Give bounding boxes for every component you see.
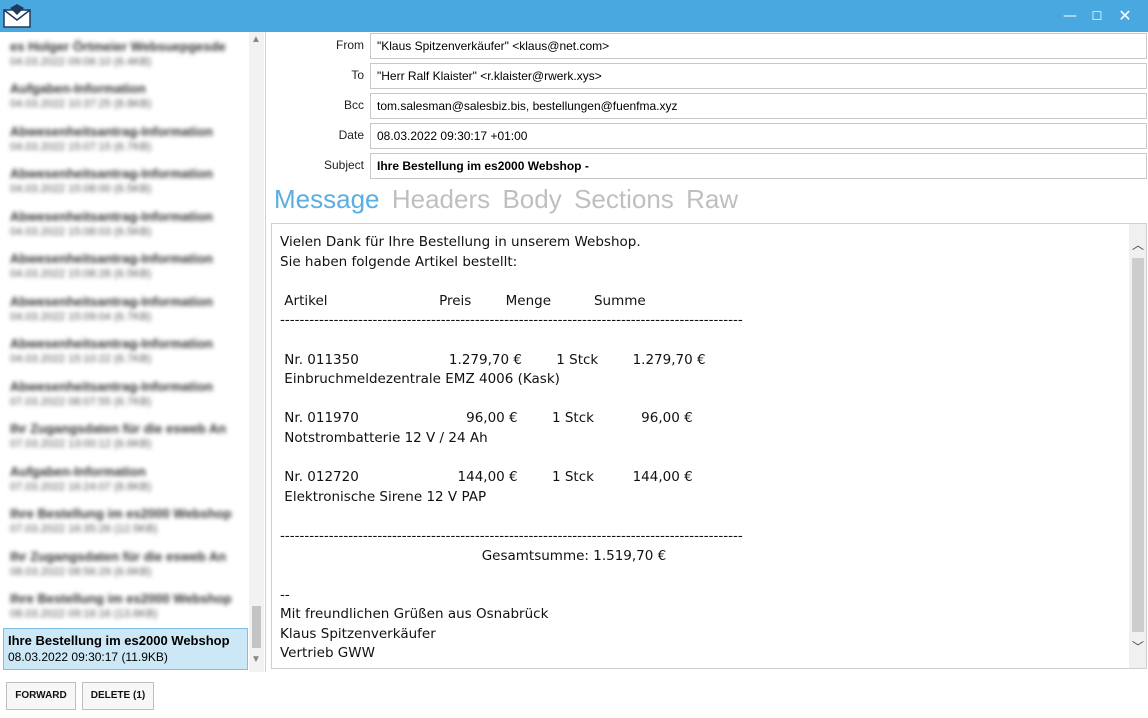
body-scroll-thumb[interactable] <box>1132 258 1144 632</box>
list-item-meta: 07.03.2022 08:07:55 (6.7KB) <box>10 396 152 408</box>
chevron-up-icon[interactable]: ︿ <box>1132 236 1144 253</box>
from-field[interactable]: "Klaus Spitzenverkäufer" <klaus@net.com> <box>370 33 1147 59</box>
list-item-meta: 08.03.2022 08:56:29 (6.6KB) <box>10 566 152 578</box>
list-item-meta: 04.03.2022 15:08:00 (6.5KB) <box>10 183 152 195</box>
mail-app-icon <box>3 4 31 28</box>
body-scrollbar[interactable]: ︿ ﹀ <box>1129 224 1146 668</box>
title-bar: — ☐ ✕ <box>0 0 1148 32</box>
tab-sections[interactable]: Sections <box>574 184 674 215</box>
to-field[interactable]: "Herr Ralf Klaister" <r.klaister@rwerk.x… <box>370 63 1147 89</box>
message-body-text: Vielen Dank für Ihre Bestellung in unser… <box>280 234 743 662</box>
scroll-up-icon[interactable]: ▲ <box>251 34 261 45</box>
list-item-subject: Abwesenheitsantrag-Information <box>10 336 213 351</box>
list-item-subject: Aufgaben-Information <box>10 464 146 479</box>
list-item-meta: 07.03.2022 16:24:07 (8.8KB) <box>10 481 152 493</box>
tab-body[interactable]: Body <box>502 184 561 215</box>
bcc-label: Bcc <box>343 98 364 112</box>
list-item[interactable]: Ihr Zugangsdaten für die esweb An 07.03.… <box>6 417 244 459</box>
list-item-subject: Ihr Zugangsdaten für die esweb An <box>10 421 227 436</box>
list-item[interactable]: Abwesenheitsantrag-Information 07.03.202… <box>6 375 244 417</box>
list-item[interactable]: Abwesenheitsantrag-Information 04.03.202… <box>6 290 244 332</box>
list-item-meta: 04.03.2022 15:08:03 (6.5KB) <box>10 226 152 238</box>
list-item-subject: Abwesenheitsantrag-Information <box>10 209 213 224</box>
list-item-subject: es Holger Örtmeier Websuepgesde <box>10 39 226 54</box>
list-item-subject: Abwesenheitsantrag-Information <box>10 294 213 309</box>
date-label: Date <box>338 128 364 142</box>
message-list: es Holger Örtmeier Websuepgesde 04.03.20… <box>0 32 266 672</box>
list-item-subject: Aufgaben-Information <box>10 81 146 96</box>
close-button[interactable]: ✕ <box>1108 0 1142 32</box>
list-item-meta: 07.03.2022 16:35:26 (12.5KB) <box>10 523 158 535</box>
list-item-subject: Abwesenheitsantrag-Information <box>10 124 213 139</box>
list-item-meta: 04.03.2022 15:09:04 (6.7KB) <box>10 311 152 323</box>
subject-label: Subject <box>323 158 364 172</box>
scroll-down-icon[interactable]: ▼ <box>251 654 261 665</box>
list-item-meta: 04.03.2022 10:37:25 (8.8KB) <box>10 98 152 110</box>
list-item[interactable]: Ihr Zugangsdaten für die esweb An 08.03.… <box>6 545 244 587</box>
list-item-selected[interactable]: Ihre Bestellung im es2000 Webshop 08.03.… <box>3 628 248 670</box>
list-item-subject: Ihre Bestellung im es2000 Webshop <box>10 506 232 521</box>
list-item-meta: 04.03.2022 15:10:22 (6.7KB) <box>10 353 152 365</box>
list-item-subject: Ihr Zugangsdaten für die esweb An <box>10 549 227 564</box>
list-scroll-thumb[interactable] <box>252 606 261 648</box>
bcc-field[interactable]: tom.salesman@salesbiz.bis, bestellungen@… <box>370 93 1147 119</box>
list-item-subject: Abwesenheitsantrag-Information <box>10 379 213 394</box>
list-item[interactable]: Abwesenheitsantrag-Information 04.03.202… <box>6 162 244 204</box>
list-item-subject: Ihre Bestellung im es2000 Webshop <box>10 591 232 606</box>
from-label: From <box>336 38 364 52</box>
list-item[interactable]: Ihre Bestellung im es2000 Webshop 08.03.… <box>6 587 244 629</box>
list-item-subject: Abwesenheitsantrag-Information <box>10 251 213 266</box>
tab-headers[interactable]: Headers <box>392 184 490 215</box>
list-item-subject: Ihre Bestellung im es2000 Webshop <box>8 633 230 648</box>
list-item-meta: 07.03.2022 13:00:12 (6.6KB) <box>10 438 152 450</box>
list-item[interactable]: Aufgaben-Information 07.03.2022 16:24:07… <box>6 460 244 502</box>
list-item[interactable]: Ihre Bestellung im es2000 Webshop 07.03.… <box>6 502 244 544</box>
tab-message[interactable]: Message <box>274 184 380 215</box>
list-item-meta: 04.03.2022 15:07:15 (6.7KB) <box>10 141 152 153</box>
list-item-meta: 04.03.2022 15:08:28 (6.5KB) <box>10 268 152 280</box>
list-item[interactable]: Abwesenheitsantrag-Information 04.03.202… <box>6 120 244 162</box>
list-item-meta: 04.03.2022 09:06:10 (6.4KB) <box>10 56 152 68</box>
list-item[interactable]: Abwesenheitsantrag-Information 04.03.202… <box>6 205 244 247</box>
list-item-subject: Abwesenheitsantrag-Information <box>10 166 213 181</box>
subject-field[interactable]: Ihre Bestellung im es2000 Webshop - <box>370 153 1147 179</box>
message-body-panel[interactable]: Vielen Dank für Ihre Bestellung in unser… <box>271 223 1147 669</box>
list-item-meta: 08.03.2022 09:30:17 (11.9KB) <box>8 650 168 664</box>
list-item[interactable]: es Holger Örtmeier Websuepgesde 04.03.20… <box>6 35 244 77</box>
list-item-meta: 08.03.2022 09:16:16 (13.6KB) <box>10 608 158 620</box>
chevron-down-icon[interactable]: ﹀ <box>1132 638 1144 655</box>
view-tabs: Message Headers Body Sections Raw <box>274 184 747 220</box>
list-scrollbar[interactable]: ▲ ▼ <box>249 32 264 672</box>
delete-button[interactable]: DELETE (1) <box>82 682 154 710</box>
tab-raw[interactable]: Raw <box>686 184 738 215</box>
forward-button[interactable]: FORWARD <box>6 682 76 710</box>
to-label: To <box>351 68 364 82</box>
list-item[interactable]: Aufgaben-Information 04.03.2022 10:37:25… <box>6 77 244 119</box>
date-field[interactable]: 08.03.2022 09:30:17 +01:00 <box>370 123 1147 149</box>
list-item[interactable]: Abwesenheitsantrag-Information 04.03.202… <box>6 332 244 374</box>
list-item[interactable]: Abwesenheitsantrag-Information 04.03.202… <box>6 247 244 289</box>
